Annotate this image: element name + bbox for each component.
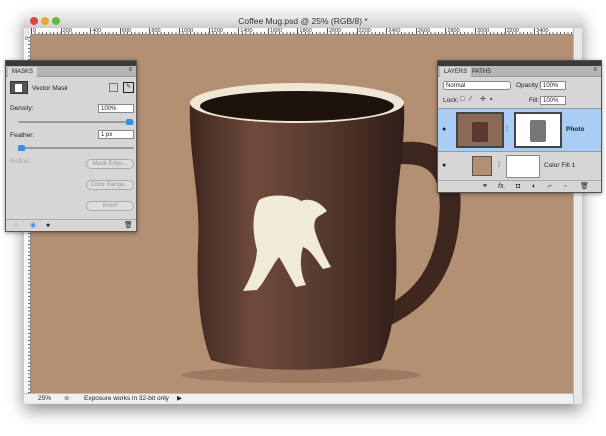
ruler-tick-label: 2800 bbox=[445, 28, 460, 34]
new-layer-icon[interactable]: ▫ bbox=[564, 183, 566, 191]
title-bar: Coffee Mug.psd @ 25% (RGB/8) * bbox=[24, 15, 582, 28]
lock-transparent-icon[interactable]: □ bbox=[460, 96, 464, 104]
lock-move-icon[interactable]: ✛ bbox=[480, 96, 486, 104]
adjustment-layer-icon[interactable]: ◐ bbox=[532, 183, 536, 191]
eye-icon[interactable]: ◉ bbox=[30, 222, 36, 230]
layer-name[interactable]: Color Fill 1 bbox=[544, 162, 575, 169]
opacity-field[interactable]: 100% bbox=[540, 81, 566, 90]
mask-edge-button[interactable]: Mask Edge... bbox=[86, 159, 134, 169]
lock-all-icon[interactable]: ▪ bbox=[490, 96, 492, 104]
panel-menu-icon[interactable]: ≡ bbox=[128, 67, 132, 73]
layer-row-color-fill[interactable]: ● ⁞ Color Fill 1 bbox=[438, 151, 601, 180]
horizontal-ruler[interactable]: 0 200 400 600 800 1000 1200 1400 1600 1800 2000 220… bbox=[31, 28, 573, 35]
tab-paths[interactable]: PATHS bbox=[468, 67, 495, 77]
ruler-label: 0 bbox=[25, 36, 28, 42]
eye-icon[interactable]: ● bbox=[442, 126, 446, 134]
load-selection-icon[interactable]: ○ bbox=[14, 222, 18, 230]
color-range-button[interactable]: Color Range... bbox=[86, 180, 134, 190]
fill-field[interactable]: 100% bbox=[540, 96, 566, 105]
invert-button[interactable]: Invert bbox=[86, 201, 134, 211]
density-slider-knob[interactable] bbox=[126, 119, 133, 125]
density-label: Density: bbox=[10, 105, 34, 112]
blend-mode-select[interactable]: Normal bbox=[443, 81, 511, 90]
density-field[interactable]: 100% bbox=[98, 104, 134, 113]
ruler-tick-label: 600 bbox=[119, 28, 131, 34]
ruler-tick-label: 1400 bbox=[238, 28, 253, 34]
panel-menu-icon[interactable]: ≡ bbox=[593, 67, 597, 73]
ruler-tick-label: 1600 bbox=[267, 28, 283, 34]
feather-field[interactable]: 1 px bbox=[98, 130, 134, 139]
vector-mask-add-icon[interactable]: ✎ bbox=[123, 82, 134, 93]
vector-mask-thumbnail[interactable] bbox=[514, 112, 562, 148]
close-button[interactable] bbox=[30, 17, 38, 25]
link-layers-icon[interactable]: ⚭ bbox=[482, 183, 488, 191]
add-mask-icon[interactable]: ◘ bbox=[516, 183, 520, 191]
masks-panel: MASKS ≡ Vector Mask ✎ Density: 100% Feath… bbox=[5, 60, 137, 232]
ruler-tick-label: 1800 bbox=[297, 28, 312, 34]
layer-thumbnail bbox=[456, 112, 504, 148]
layers-panel: LAYERS PATHS ≡ Normal Opacity: 100% Lock… bbox=[437, 60, 602, 193]
lock-paint-icon[interactable]: ∕ bbox=[470, 96, 471, 104]
ruler-tick-label: 2400 bbox=[386, 28, 401, 34]
mask-visibility-icon[interactable]: ● bbox=[46, 222, 50, 230]
ruler-tick-label: 2200 bbox=[356, 28, 371, 34]
pixel-mask-icon[interactable] bbox=[109, 83, 118, 92]
trash-icon[interactable]: 🗑 bbox=[124, 222, 133, 230]
feather-slider-knob[interactable] bbox=[18, 145, 25, 151]
fx-icon[interactable]: fx. bbox=[498, 183, 505, 191]
layer-row-photo[interactable]: ● ⁞ Photo bbox=[438, 108, 601, 151]
refine-label: Refine: bbox=[10, 158, 31, 165]
link-icon[interactable]: ⁞ bbox=[498, 162, 500, 170]
ruler-tick-label: 1000 bbox=[179, 28, 194, 34]
link-icon[interactable]: ⁞ bbox=[506, 126, 508, 134]
ruler-tick-label: 400 bbox=[90, 28, 102, 34]
status-info: Exposure works in 32-bit only bbox=[84, 395, 169, 402]
vector-mask-icon[interactable] bbox=[10, 81, 28, 94]
status-bar: 25% ⊕ Exposure works in 32-bit only ▶ bbox=[24, 393, 573, 403]
ruler-tick-label: 200 bbox=[60, 28, 72, 34]
feather-label: Feather: bbox=[10, 132, 35, 139]
window-title: Coffee Mug.psd @ 25% (RGB/8) * bbox=[238, 16, 368, 26]
ruler-tick-label: 800 bbox=[149, 28, 161, 34]
trash-icon[interactable]: 🗑 bbox=[580, 183, 589, 191]
status-menu-arrow-icon[interactable]: ▶ bbox=[177, 394, 182, 403]
density-slider[interactable] bbox=[18, 121, 134, 123]
ruler-tick-label: 3200 bbox=[504, 28, 519, 34]
ruler-tick-label: 3400 bbox=[534, 28, 549, 34]
group-icon[interactable]: ⌐ bbox=[548, 183, 552, 191]
minimize-button[interactable] bbox=[41, 17, 49, 25]
ruler-tick-label: 1200 bbox=[208, 28, 223, 34]
lock-label: Lock: bbox=[443, 97, 459, 104]
ruler-tick-label: 2600 bbox=[415, 28, 431, 34]
fill-thumbnail bbox=[472, 156, 492, 176]
ruler-tick-label: 2000 bbox=[327, 28, 342, 34]
fill-label: Fill: bbox=[529, 97, 540, 104]
mask-type-label: Vector Mask bbox=[32, 85, 68, 92]
layer-name[interactable]: Photo bbox=[566, 126, 584, 133]
tab-layers[interactable]: LAYERS bbox=[440, 67, 472, 77]
tab-masks[interactable]: MASKS bbox=[8, 67, 38, 77]
zoom-level[interactable]: 25% bbox=[38, 394, 51, 403]
layer-mask-thumbnail[interactable] bbox=[506, 155, 540, 178]
opacity-label: Opacity: bbox=[516, 82, 540, 89]
ruler-tick-label: 0 bbox=[31, 28, 37, 34]
feather-slider[interactable] bbox=[18, 147, 134, 149]
zoom-button[interactable] bbox=[52, 17, 60, 25]
eye-icon[interactable]: ● bbox=[442, 162, 446, 170]
status-icon[interactable]: ⊕ bbox=[64, 394, 69, 403]
ruler-tick-label: 3000 bbox=[475, 28, 490, 34]
